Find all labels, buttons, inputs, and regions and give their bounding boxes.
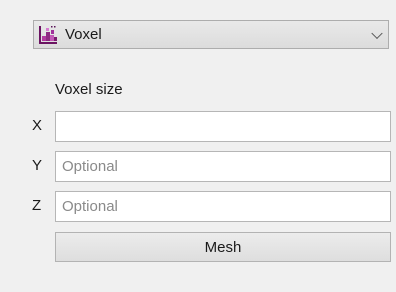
- y-axis-label: Y: [32, 157, 43, 174]
- mesh-button[interactable]: Mesh: [55, 232, 391, 262]
- voxel-mesh-panel: Voxel Voxel size X Y Z Mesh: [0, 0, 396, 292]
- z-axis-label: Z: [32, 197, 42, 214]
- voxel-size-z-input[interactable]: [55, 191, 391, 222]
- mode-dropdown[interactable]: Voxel: [33, 20, 389, 49]
- chevron-down-icon: [371, 27, 383, 39]
- voxel-size-label: Voxel size: [55, 81, 123, 98]
- voxel-grid-icon: [38, 25, 58, 45]
- mode-dropdown-value: Voxel: [65, 26, 102, 43]
- voxel-size-x-input[interactable]: [55, 111, 391, 142]
- voxel-size-y-input[interactable]: [55, 151, 391, 182]
- x-axis-label: X: [32, 117, 43, 134]
